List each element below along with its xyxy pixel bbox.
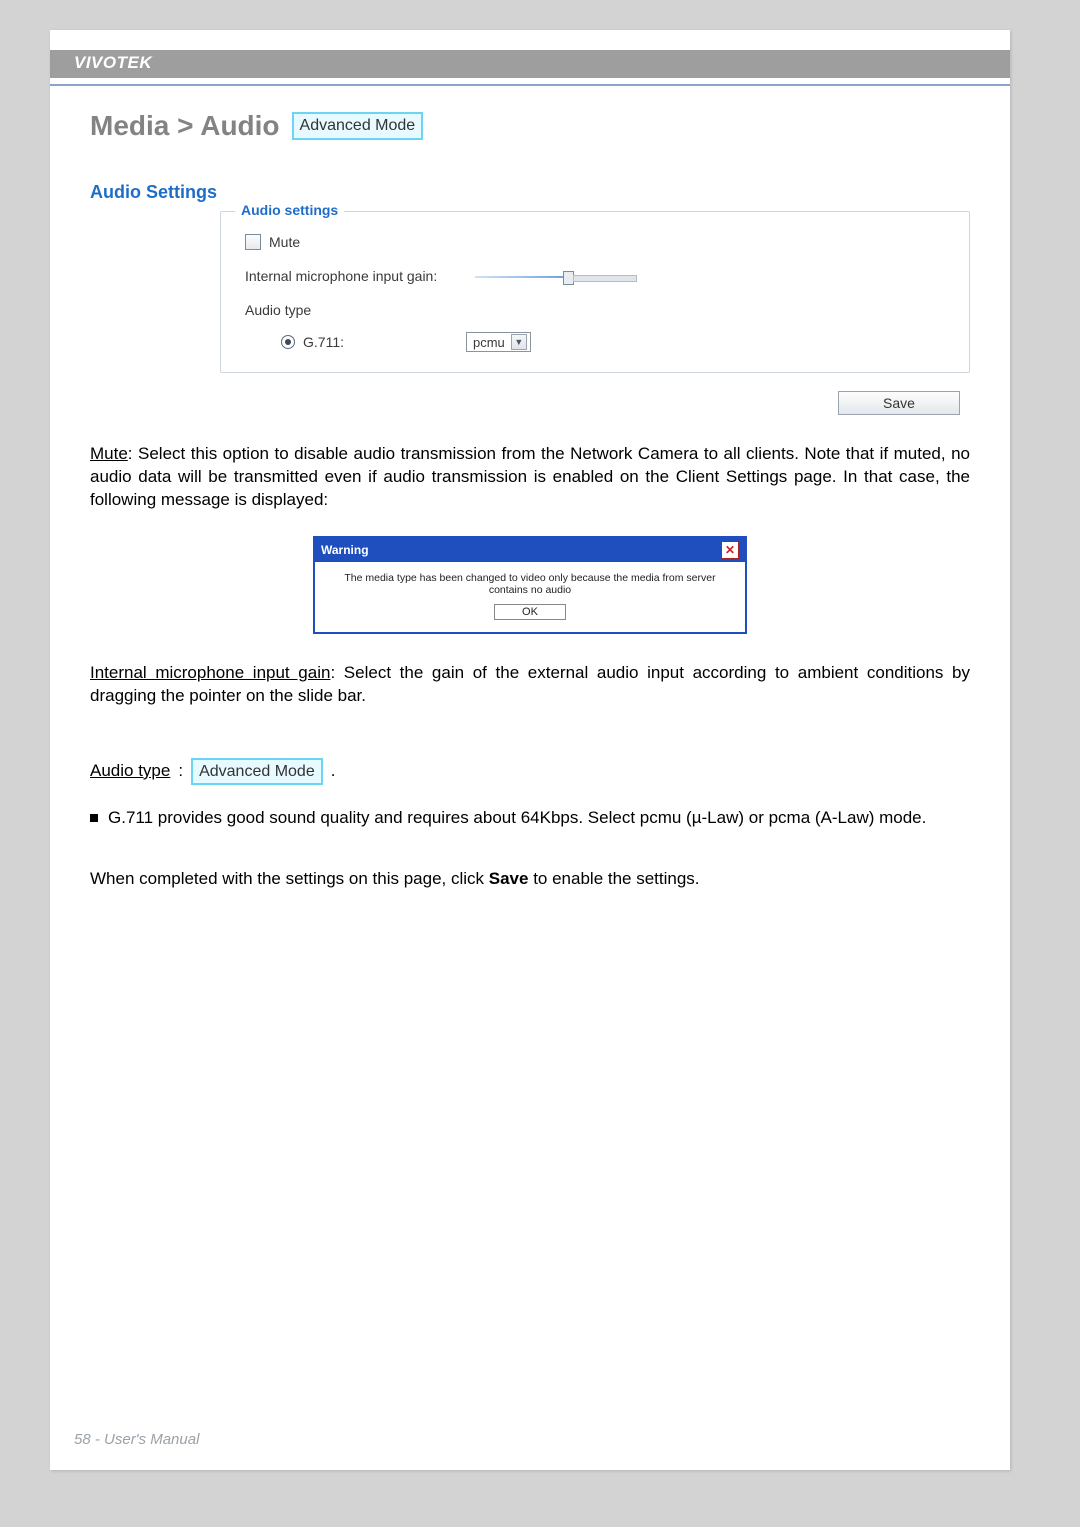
save-para-bold: Save: [489, 869, 529, 888]
warning-body: The media type has been changed to video…: [315, 562, 745, 632]
codec-value: pcmu: [473, 335, 505, 350]
mute-checkbox[interactable]: [245, 234, 261, 250]
mute-paragraph: Mute: Select this option to disable audi…: [90, 443, 970, 512]
save-para-1: When completed with the settings on this…: [90, 869, 489, 888]
bullet-g711: G.711 provides good sound quality and re…: [90, 807, 970, 830]
page-footer: 58 - User's Manual: [74, 1431, 199, 1448]
header-band: [50, 50, 1010, 78]
g711-row: G.711: pcmu ▼: [245, 332, 945, 352]
gain-paragraph: Internal microphone input gain: Select t…: [90, 662, 970, 708]
codec-select[interactable]: pcmu ▼: [466, 332, 531, 352]
save-paragraph: When completed with the settings on this…: [90, 868, 970, 891]
gain-row: Internal microphone input gain:: [245, 268, 945, 284]
audio-type-lead: Audio type: [90, 760, 170, 783]
save-row: Save: [90, 391, 960, 415]
bullet-g711-text: G.711 provides good sound quality and re…: [108, 807, 926, 830]
audio-type-row: Audio type: [245, 302, 945, 318]
chevron-down-icon: ▼: [511, 334, 527, 350]
fieldset-legend: Audio settings: [235, 202, 344, 218]
header-rule: [50, 84, 1010, 86]
warning-dialog: Warning ✕ The media type has been change…: [313, 536, 747, 634]
audio-type-paragraph: Audio type: Advanced Mode .: [90, 758, 970, 785]
breadcrumb-text: Media > Audio: [90, 110, 280, 142]
advanced-mode-badge: Advanced Mode: [292, 112, 424, 139]
save-button[interactable]: Save: [838, 391, 960, 415]
audio-settings-fieldset: Audio settings Mute Internal microphone …: [220, 211, 970, 373]
gain-lead: Internal microphone input gain: [90, 663, 330, 682]
gain-slider[interactable]: [475, 269, 635, 283]
gain-label: Internal microphone input gain:: [245, 268, 455, 284]
section-title: Audio Settings: [90, 182, 970, 203]
g711-radio[interactable]: [281, 335, 295, 349]
g711-label: G.711:: [303, 334, 344, 350]
advanced-mode-badge-inline: Advanced Mode: [191, 758, 323, 785]
save-para-2: to enable the settings.: [528, 869, 699, 888]
mute-rest: : Select this option to disable audio tr…: [90, 444, 970, 509]
bullet-icon: [90, 814, 98, 822]
slider-track-filled: [475, 276, 565, 278]
mute-label: Mute: [269, 234, 300, 250]
mute-row: Mute: [245, 234, 945, 250]
audio-type-label: Audio type: [245, 302, 311, 318]
warning-ok-button[interactable]: OK: [494, 604, 566, 620]
bullet-list: G.711 provides good sound quality and re…: [90, 807, 970, 830]
warning-titlebar: Warning ✕: [315, 538, 745, 562]
mute-lead: Mute: [90, 444, 128, 463]
warning-text: The media type has been changed to video…: [325, 572, 735, 596]
brand-logo: VIVOTEK: [74, 53, 152, 73]
audio-type-trail: .: [331, 760, 336, 783]
slider-track-empty: [573, 275, 637, 282]
close-icon[interactable]: ✕: [721, 541, 739, 559]
warning-title: Warning: [321, 543, 369, 557]
breadcrumb: Media > Audio Advanced Mode: [90, 110, 970, 142]
